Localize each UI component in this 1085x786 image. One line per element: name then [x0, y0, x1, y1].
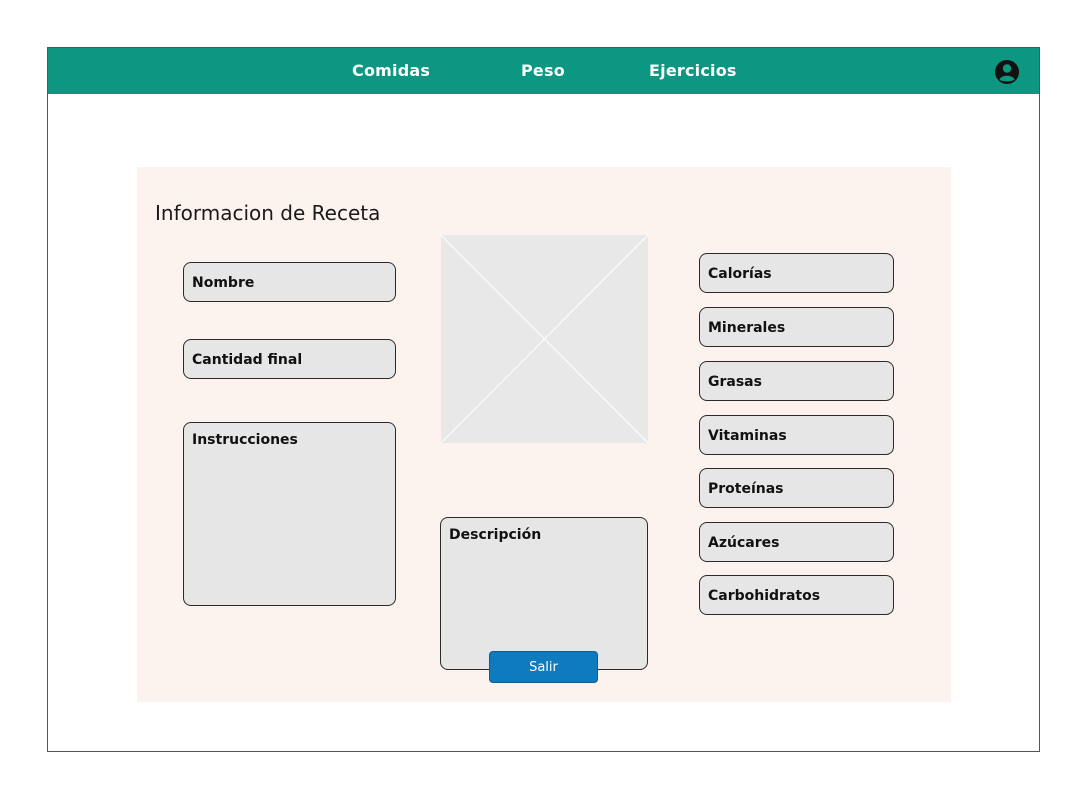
descripcion-label: Descripción: [449, 527, 542, 543]
nav-item-ejercicios[interactable]: Ejercicios: [649, 61, 737, 80]
proteinas-label: Proteínas: [708, 481, 784, 497]
top-navbar: Comidas Peso Ejercicios: [48, 48, 1039, 94]
descripcion-field[interactable]: Descripción: [440, 517, 648, 670]
grasas-label: Grasas: [708, 374, 762, 390]
recipe-image-placeholder: [440, 234, 649, 444]
calorias-label: Calorías: [708, 266, 772, 282]
vitaminas-field[interactable]: Vitaminas: [699, 415, 894, 455]
nav-item-peso[interactable]: Peso: [521, 61, 565, 80]
minerales-field[interactable]: Minerales: [699, 307, 894, 347]
azucares-label: Azúcares: [708, 535, 780, 551]
instrucciones-field[interactable]: Instrucciones: [183, 422, 396, 606]
cantidad-final-field[interactable]: Cantidad final: [183, 339, 396, 379]
calorias-field[interactable]: Calorías: [699, 253, 894, 293]
nombre-label: Nombre: [192, 275, 255, 291]
azucares-field[interactable]: Azúcares: [699, 522, 894, 562]
grasas-field[interactable]: Grasas: [699, 361, 894, 401]
proteinas-field[interactable]: Proteínas: [699, 468, 894, 508]
page-title: Informacion de Receta: [155, 201, 381, 225]
minerales-label: Minerales: [708, 320, 786, 336]
vitaminas-label: Vitaminas: [708, 428, 787, 444]
nav-item-comidas[interactable]: Comidas: [352, 61, 430, 80]
recipe-info-panel: Informacion de Receta Nombre Cantidad fi…: [137, 167, 951, 702]
carbohidratos-field[interactable]: Carbohidratos: [699, 575, 894, 615]
image-placeholder-icon: [440, 234, 649, 444]
app-window: Comidas Peso Ejercicios Informacion de R…: [47, 47, 1040, 752]
instrucciones-label: Instrucciones: [192, 432, 298, 448]
carbohidratos-label: Carbohidratos: [708, 588, 821, 604]
cantidad-final-label: Cantidad final: [192, 352, 303, 368]
exit-button[interactable]: Salir: [489, 651, 598, 683]
nombre-field[interactable]: Nombre: [183, 262, 396, 302]
user-circle-icon[interactable]: [994, 59, 1020, 85]
